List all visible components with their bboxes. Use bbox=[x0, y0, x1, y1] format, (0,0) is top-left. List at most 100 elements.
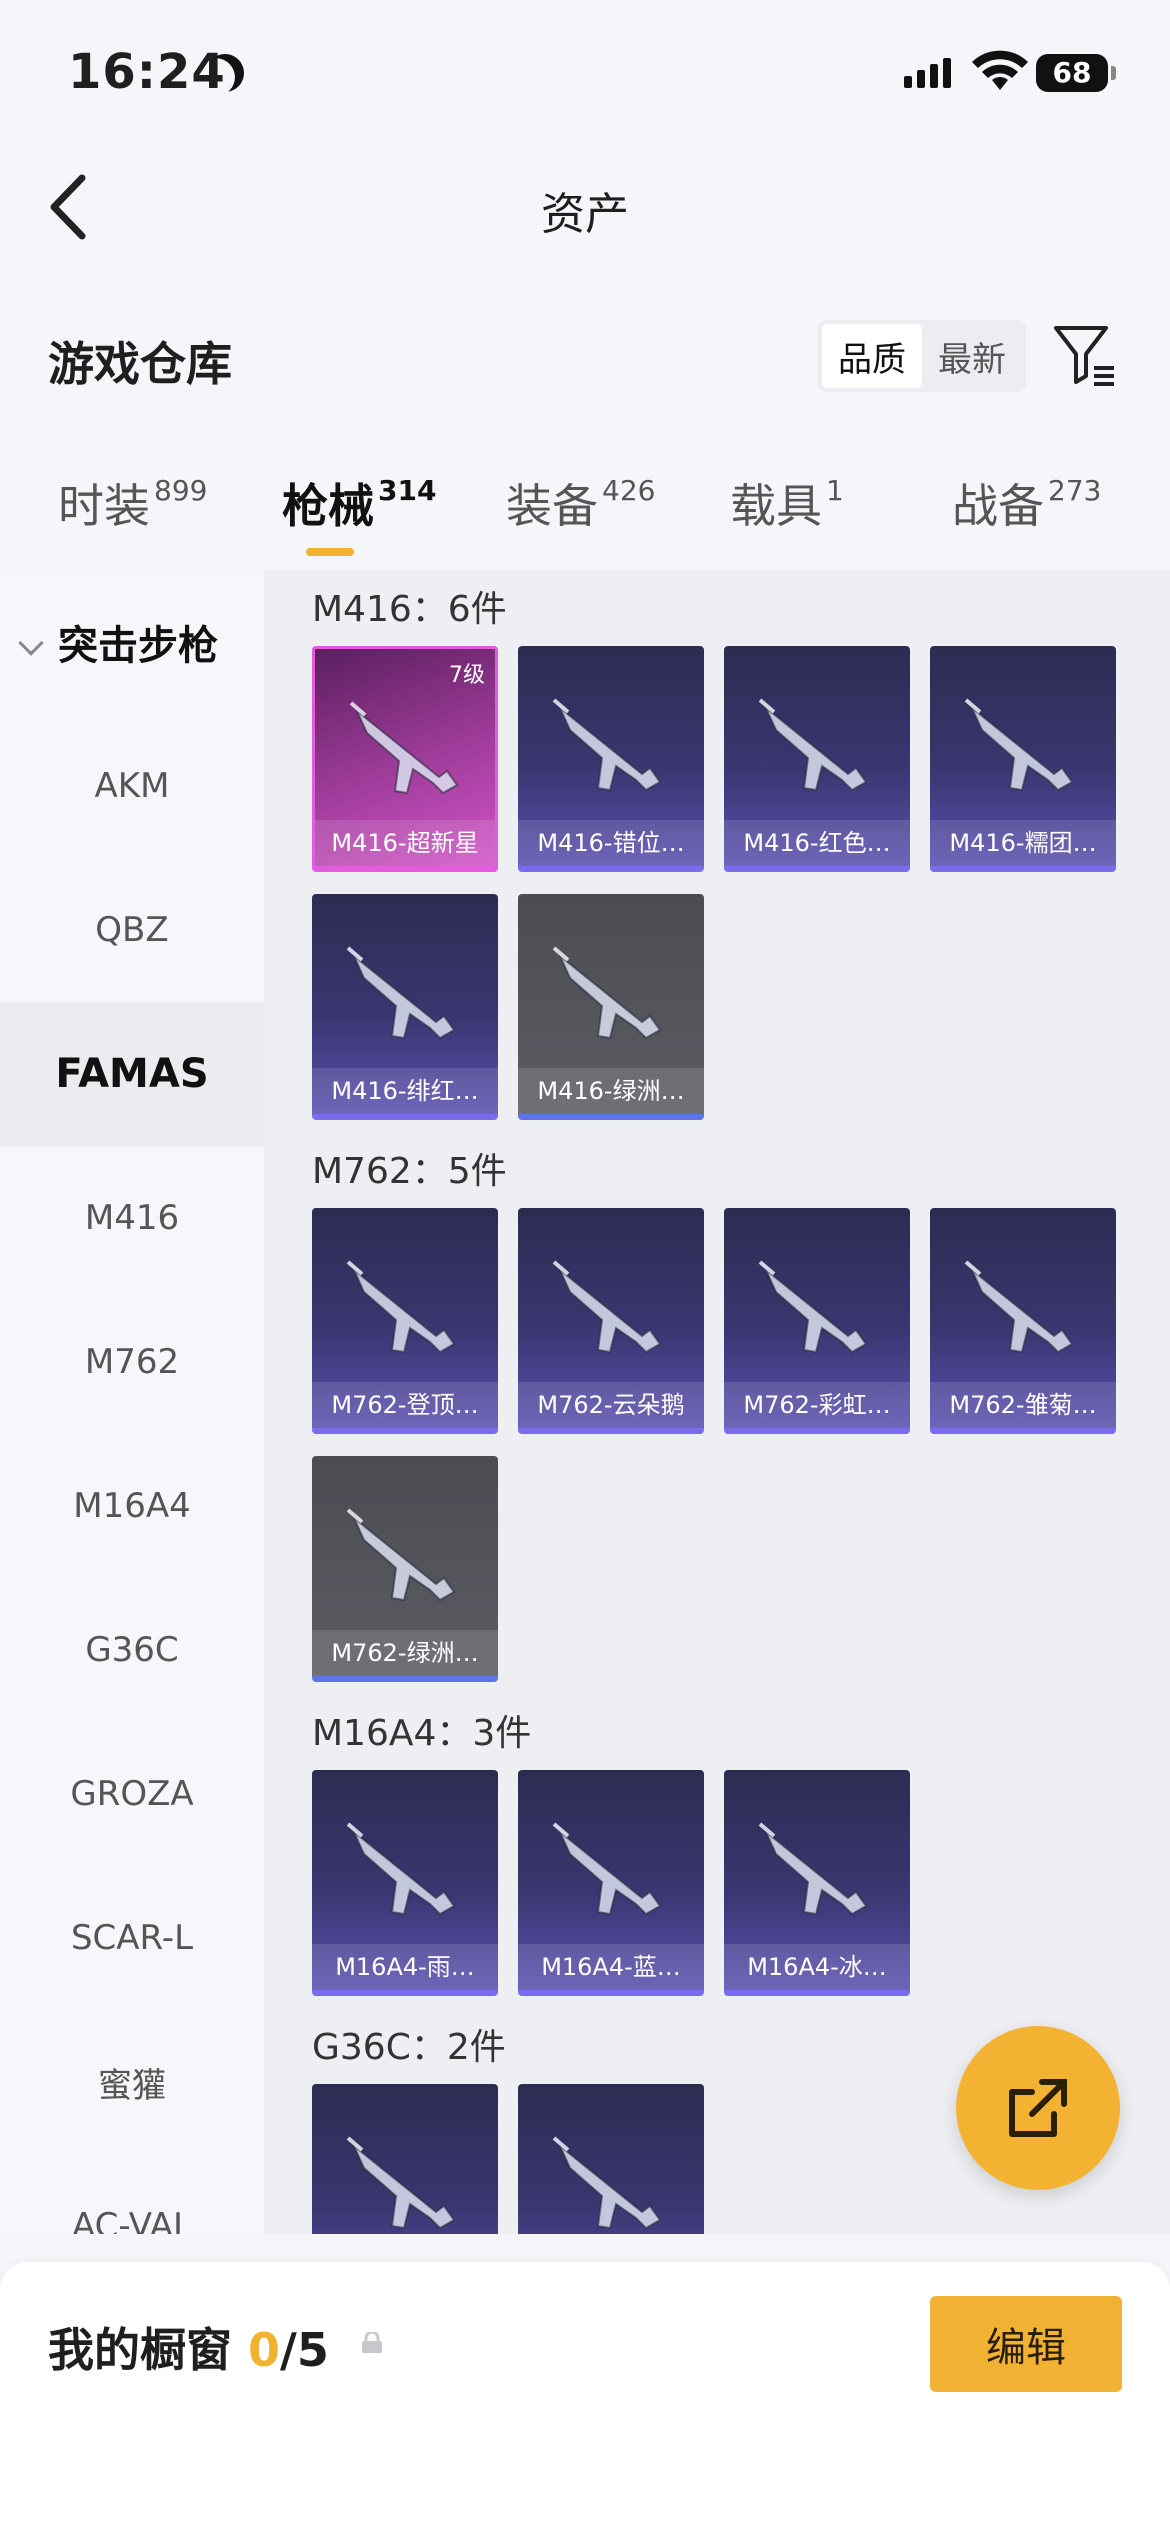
group-title: G36C：2件 bbox=[312, 2027, 506, 2068]
weapon-card[interactable]: M416-绿洲… bbox=[518, 894, 704, 1120]
tab-count: 1 bbox=[826, 474, 844, 507]
tab-equipment[interactable]: 装备 426 bbox=[506, 470, 655, 536]
rifle-icon bbox=[758, 698, 868, 792]
tab-fashion[interactable]: 时装 899 bbox=[58, 470, 207, 536]
status-time: 16:24 bbox=[68, 44, 226, 100]
weapon-sidebar[interactable]: 突击步枪 AKM QBZ FAMAS M416 M762 M16A4 G36C … bbox=[0, 570, 264, 2234]
sidebar-item-g36c[interactable]: G36C bbox=[0, 1578, 264, 1722]
showcase-used: 0 bbox=[248, 2323, 281, 2377]
sort-quality[interactable]: 品质 bbox=[822, 324, 922, 388]
tab-label: 载具 bbox=[730, 479, 822, 533]
active-tab-indicator bbox=[306, 548, 354, 556]
sidebar-item-honey-badger[interactable]: 蜜獾 bbox=[0, 2010, 264, 2154]
weapon-name: M416-绯红… bbox=[312, 1068, 498, 1114]
weapon-card[interactable]: M762-雏菊… bbox=[930, 1208, 1116, 1434]
rifle-icon bbox=[758, 1822, 868, 1916]
tab-vehicles[interactable]: 载具 1 bbox=[730, 470, 844, 536]
rifle-icon bbox=[552, 698, 662, 792]
share-icon bbox=[1009, 2079, 1067, 2137]
weapon-card[interactable]: M416-红色… bbox=[724, 646, 910, 872]
sidebar-item-m762[interactable]: M762 bbox=[0, 1290, 264, 1434]
tab-label: 装备 bbox=[506, 479, 598, 533]
sidebar-item-qbz[interactable]: QBZ bbox=[0, 858, 264, 1002]
weapon-name: M416-糯团… bbox=[930, 820, 1116, 866]
showcase-title: 我的橱窗 bbox=[48, 2323, 232, 2377]
weapon-name: M762-雏菊… bbox=[930, 1382, 1116, 1428]
group-title: M16A4：3件 bbox=[312, 1713, 532, 1754]
sidebar-item-akm[interactable]: AKM bbox=[0, 714, 264, 858]
rifle-icon bbox=[346, 1260, 456, 1354]
rifle-icon bbox=[552, 1822, 662, 1916]
showcase-total: /5 bbox=[280, 2323, 329, 2377]
weapon-name: M762-彩虹… bbox=[724, 1382, 910, 1428]
sidebar-item-ac-val[interactable]: AC-VAL bbox=[0, 2154, 264, 2234]
showcase-label: 我的橱窗 0/5 bbox=[48, 2314, 329, 2380]
tab-count: 273 bbox=[1048, 474, 1102, 507]
weapon-card[interactable] bbox=[312, 2084, 498, 2234]
sort-toggle: 品质 最新 bbox=[818, 320, 1026, 392]
edit-button[interactable]: 编辑 bbox=[930, 2296, 1122, 2392]
battery-icon: 68 bbox=[1036, 54, 1116, 92]
weapon-name: M416-超新星 bbox=[315, 820, 495, 866]
wifi-icon bbox=[972, 50, 1028, 90]
weapon-card[interactable]: M16A4-冰… bbox=[724, 1770, 910, 1996]
weapon-card[interactable]: 7级 M416-超新星 bbox=[312, 646, 498, 872]
group-title: M762：5件 bbox=[312, 1151, 507, 1192]
weapon-card[interactable]: M16A4-雨… bbox=[312, 1770, 498, 1996]
cellular-signal-icon bbox=[904, 58, 951, 88]
weapon-name: M762-绿洲… bbox=[312, 1630, 498, 1676]
filter-icon[interactable] bbox=[1052, 322, 1118, 388]
rifle-icon bbox=[349, 701, 459, 795]
rifle-icon bbox=[346, 2136, 456, 2230]
weapon-card[interactable]: M762-云朵鹅 bbox=[518, 1208, 704, 1434]
chevron-down-icon bbox=[18, 630, 44, 656]
sort-latest[interactable]: 最新 bbox=[922, 324, 1022, 388]
tab-label: 枪械 bbox=[282, 479, 374, 533]
rifle-icon bbox=[758, 1260, 868, 1354]
sidebar-item-famas[interactable]: FAMAS bbox=[0, 1002, 264, 1146]
rifle-icon bbox=[346, 946, 456, 1040]
rifle-icon bbox=[552, 1260, 662, 1354]
group-title: M416：6件 bbox=[312, 589, 507, 630]
weapon-name: M16A4-冰… bbox=[724, 1944, 910, 1990]
weapon-name: M762-云朵鹅 bbox=[518, 1382, 704, 1428]
weapon-name: M416-红色… bbox=[724, 820, 910, 866]
rifle-icon bbox=[346, 1822, 456, 1916]
tab-supplies[interactable]: 战备 273 bbox=[952, 470, 1101, 536]
rifle-icon bbox=[964, 1260, 1074, 1354]
showcase-bar: 我的橱窗 0/5 编辑 bbox=[0, 2262, 1170, 2532]
status-bar: 16:24 68 bbox=[0, 0, 1170, 140]
weapon-card[interactable]: M416-错位… bbox=[518, 646, 704, 872]
sidebar-category[interactable]: 突击步枪 bbox=[0, 570, 264, 714]
weapon-name: M416-错位… bbox=[518, 820, 704, 866]
rifle-icon bbox=[552, 946, 662, 1040]
rifle-icon bbox=[346, 1508, 456, 1602]
tab-firearms[interactable]: 枪械 314 bbox=[282, 470, 436, 536]
tab-count: 899 bbox=[154, 474, 208, 507]
page-title: 资产 bbox=[541, 189, 629, 240]
weapon-name: M16A4-蓝… bbox=[518, 1944, 704, 1990]
tab-label: 战备 bbox=[952, 479, 1044, 533]
weapon-card[interactable]: M762-绿洲… bbox=[312, 1456, 498, 1682]
level-badge: 7级 bbox=[449, 663, 485, 688]
sidebar-item-m416[interactable]: M416 bbox=[0, 1146, 264, 1290]
rifle-icon bbox=[964, 698, 1074, 792]
sidebar-item-groza[interactable]: GROZA bbox=[0, 1722, 264, 1866]
weapon-name: M16A4-雨… bbox=[312, 1944, 498, 1990]
weapon-card[interactable]: M16A4-蓝… bbox=[518, 1770, 704, 1996]
sidebar-category-label: 突击步枪 bbox=[58, 623, 218, 669]
sidebar-item-m16a4[interactable]: M16A4 bbox=[0, 1434, 264, 1578]
share-button[interactable] bbox=[956, 2026, 1120, 2190]
tab-count: 314 bbox=[378, 474, 437, 507]
weapon-card[interactable]: M416-绯红… bbox=[312, 894, 498, 1120]
weapon-name: M762-登顶… bbox=[312, 1382, 498, 1428]
category-tabs: 时装 899 枪械 314 装备 426 载具 1 战备 273 bbox=[0, 470, 1170, 570]
rifle-icon bbox=[552, 2136, 662, 2230]
sidebar-item-scar-l[interactable]: SCAR-L bbox=[0, 1866, 264, 2010]
tab-count: 426 bbox=[602, 474, 656, 507]
weapon-card[interactable] bbox=[518, 2084, 704, 2234]
weapon-card[interactable]: M762-彩虹… bbox=[724, 1208, 910, 1434]
weapon-card[interactable]: M416-糯团… bbox=[930, 646, 1116, 872]
weapon-card[interactable]: M762-登顶… bbox=[312, 1208, 498, 1434]
weapon-grid[interactable]: M416：6件 7级 M416-超新星 M416-错位… M416-红色… M416-糯团… bbox=[264, 570, 1170, 2234]
